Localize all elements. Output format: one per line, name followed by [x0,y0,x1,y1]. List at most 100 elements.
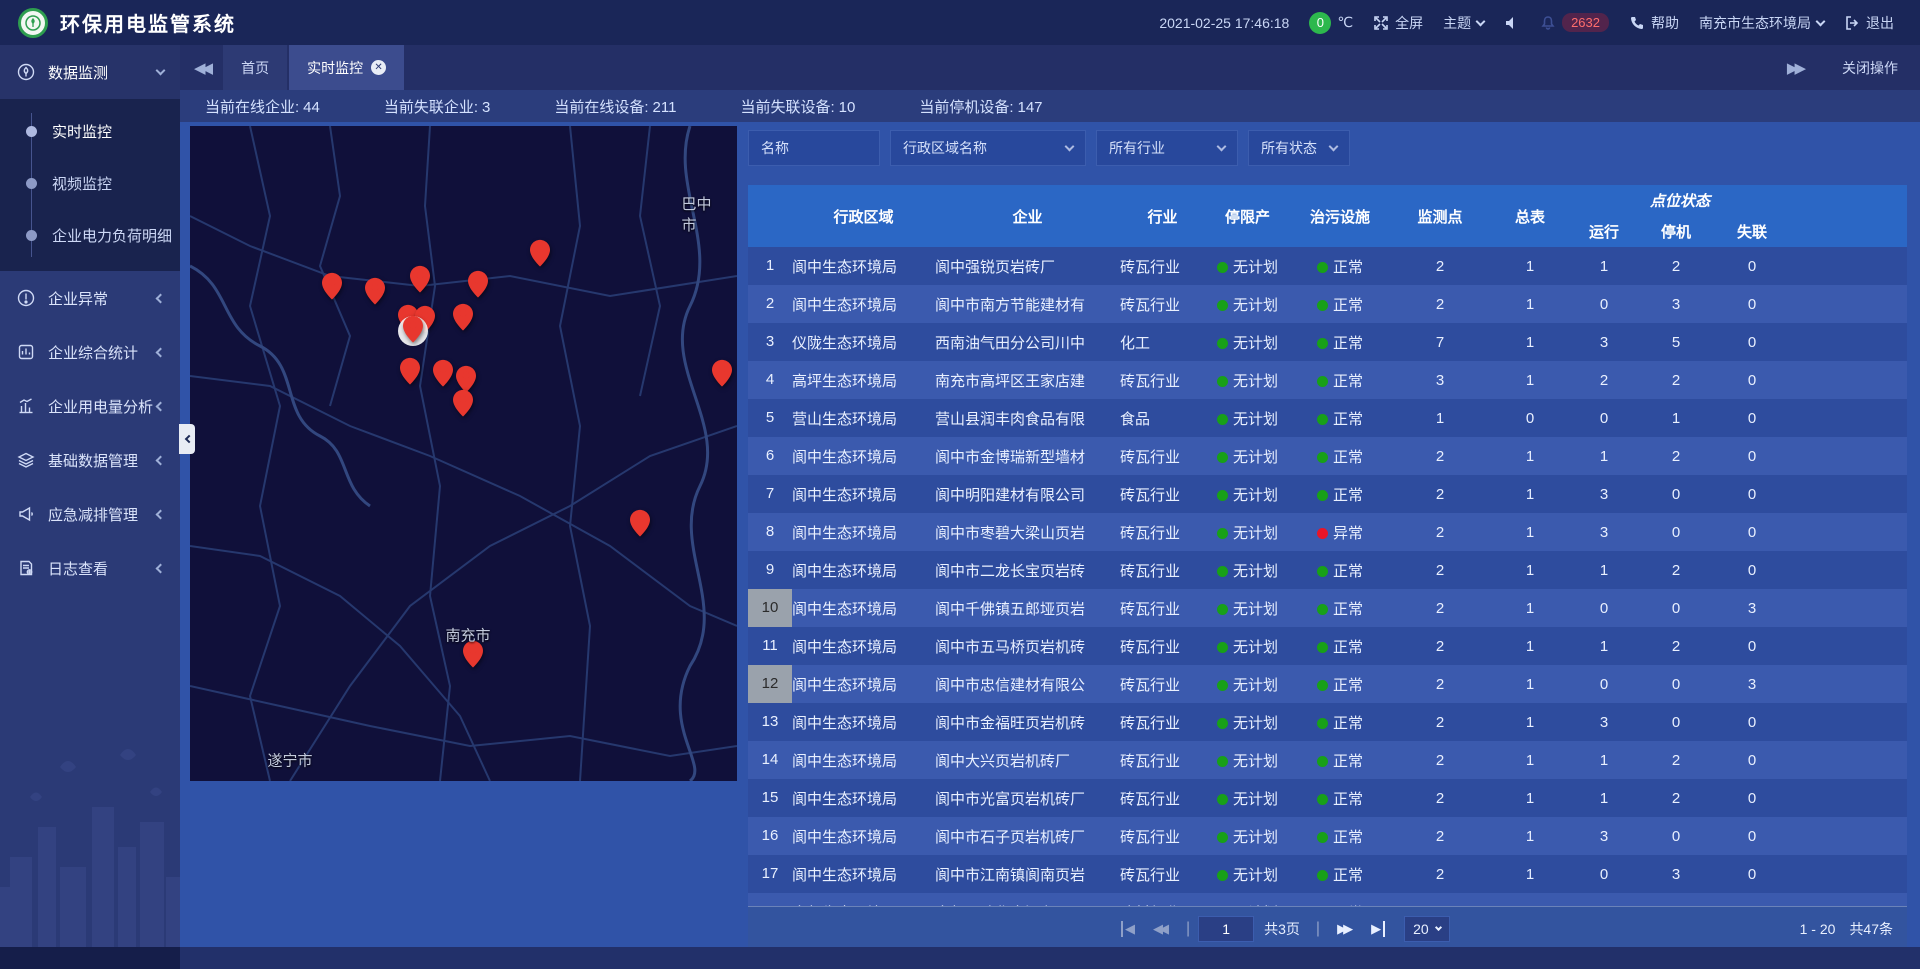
tab-bar: ◀◀ 首页实时监控✕ ▶▶ 关闭操作 [180,45,1920,90]
bullet-dot-icon [26,178,37,189]
speaker-icon [1504,15,1520,31]
sidebar-item-6[interactable]: 应急减排管理 [0,487,180,541]
sidebar-item-1[interactable]: 数据监测 [0,45,180,99]
cell-run-count: 3 [1570,817,1638,855]
cell-production-status: 无计划 [1205,247,1290,285]
table-row[interactable]: 7阆中生态环境局阆中明阳建材有限公司砖瓦行业无计划正常21300 [748,475,1907,513]
col-header-company: 企业 [935,185,1120,247]
notifications-button[interactable]: 2632 [1540,13,1609,32]
cell-stop-count: 3 [1638,855,1714,893]
map-panel[interactable]: 巴中市南充市遂宁市 [190,126,737,781]
table-row[interactable]: 16阆中生态环境局阆中市石子页岩机砖厂砖瓦行业无计划正常21300 [748,817,1907,855]
cell-production-status: 无计划 [1205,741,1290,779]
cell-lost-count: 0 [1714,361,1790,399]
sidebar-item-2[interactable]: 企业异常 [0,271,180,325]
prev-page-button[interactable]: ◀◀ [1153,921,1169,937]
chevron-down-icon [1435,923,1442,930]
status-dot-icon [1317,414,1328,425]
cell-production-status: 无计划 [1205,627,1290,665]
table-row[interactable]: 13阆中生态环境局阆中市金福旺页岩机砖砖瓦行业无计划正常21300 [748,703,1907,741]
next-page-button[interactable]: ▶▶ [1337,921,1353,937]
table-row[interactable]: 9阆中生态环境局阆中市二龙长宝页岩砖砖瓦行业无计划正常21120 [748,551,1907,589]
sidebar-item-label: 企业综合统计 [48,342,157,363]
data-monitor-icon [16,62,36,82]
help-button[interactable]: 帮助 [1629,13,1679,33]
map-pin-icon[interactable] [400,357,420,385]
region-filter-select[interactable]: 行政区域名称 [890,130,1086,166]
map-pin-icon[interactable] [453,389,473,417]
logout-button[interactable]: 退出 [1844,13,1894,33]
status-filter-select[interactable]: 所有状态 [1248,130,1350,166]
user-menu[interactable]: 南充市生态环境局 [1699,13,1824,33]
page-size-select[interactable]: 20 [1404,916,1450,942]
map-pin-icon[interactable] [433,359,453,387]
table-row[interactable]: 5营山生态环境局营山县润丰肉食品有限食品无计划正常10010 [748,399,1907,437]
map-pin-icon[interactable] [530,239,550,267]
table-row[interactable]: 3仪陇生态环境局西南油气田分公司川中化工无计划正常71350 [748,323,1907,361]
map-pin-icon[interactable] [630,509,650,537]
map-pin-icon[interactable] [468,270,488,298]
sidebar-collapse-button[interactable] [179,424,195,454]
cell-company: 阆中市金博瑞新型墙材 [935,437,1120,475]
total-pages-label: 共3页 [1264,919,1300,939]
sidebar-item-3[interactable]: 企业综合统计 [0,325,180,379]
map-pin-icon[interactable] [712,359,732,387]
table-row[interactable]: 12阆中生态环境局阆中市忠信建材有限公砖瓦行业无计划正常21003 [748,665,1907,703]
status-dot-icon [1217,528,1228,539]
table-row[interactable]: 17阆中生态环境局阆中市江南镇阆南页岩砖瓦行业无计划正常21030 [748,855,1907,893]
cell-row-number: 7 [748,475,792,513]
last-page-button[interactable]: ▶ [1371,921,1385,937]
fullscreen-button[interactable]: 全屏 [1373,13,1423,33]
status-dot-icon [1217,490,1228,501]
tab-scroll-left-button[interactable]: ◀◀ [180,59,223,77]
sidebar-item-label: 基础数据管理 [48,450,157,471]
table-row[interactable]: 2阆中生态环境局阆中市南方节能建材有砖瓦行业无计划正常21030 [748,285,1907,323]
sidebar-subitem[interactable]: 企业电力负荷明细 [0,209,180,261]
tab-scroll-right-button[interactable]: ▶▶ [1773,59,1816,77]
sidebar-item-4[interactable]: 企业用电量分析 [0,379,180,433]
cell-monitor-count: 2 [1390,437,1490,475]
map-pin-icon[interactable] [403,315,423,343]
table-row[interactable]: 11阆中生态环境局阆中市五马桥页岩机砖砖瓦行业无计划正常21120 [748,627,1907,665]
table-row[interactable]: 6阆中生态环境局阆中市金博瑞新型墙材砖瓦行业无计划正常21120 [748,437,1907,475]
name-filter-input[interactable] [748,130,880,166]
cell-treatment-status: 正常 [1290,551,1390,589]
sidebar-item-7[interactable]: 日志查看 [0,541,180,595]
page-number-input[interactable] [1198,916,1254,942]
cell-region: 仪陇生态环境局 [792,323,935,361]
map-pin-icon[interactable] [365,277,385,305]
bell-icon [1540,15,1556,31]
tab-实时监控[interactable]: 实时监控✕ [289,45,404,90]
sidebar-subitem[interactable]: 视频监控 [0,157,180,209]
stat-value: 211 [653,99,677,116]
map-pin-icon[interactable] [322,272,342,300]
cell-treatment-status: 正常 [1290,703,1390,741]
table-row[interactable]: 1阆中生态环境局阆中强锐页岩砖厂砖瓦行业无计划正常21120 [748,247,1907,285]
sidebar-subitem-label: 实时监控 [52,121,112,142]
close-operations-button[interactable]: 关闭操作 [1842,58,1898,78]
table-row[interactable]: 14阆中生态环境局阆中大兴页岩机砖厂砖瓦行业无计划正常21120 [748,741,1907,779]
sound-toggle[interactable] [1504,15,1520,31]
map-pin-icon[interactable] [453,303,473,331]
cell-lost-count: 3 [1714,589,1790,627]
map-pin-icon[interactable] [410,265,430,293]
cell-row-number: 15 [748,779,792,817]
table-row[interactable]: 4高坪生态环境局南充市高坪区王家店建砖瓦行业无计划正常31220 [748,361,1907,399]
cell-monitor-count: 2 [1390,589,1490,627]
first-page-button[interactable]: ◀ [1121,921,1135,937]
table-row[interactable]: 15阆中生态环境局阆中市光富页岩机砖厂砖瓦行业无计划正常21120 [748,779,1907,817]
cell-treatment-status: 正常 [1290,285,1390,323]
theme-menu[interactable]: 主题 [1443,13,1484,33]
industry-filter-select[interactable]: 所有行业 [1096,130,1238,166]
sidebar-item-5[interactable]: 基础数据管理 [0,433,180,487]
cell-region: 高坪生态环境局 [792,361,935,399]
stat-item: 当前在线设备:211 [554,96,676,117]
stat-value: 44 [303,99,320,116]
cell-run-count: 0 [1570,589,1638,627]
tab-close-icon[interactable]: ✕ [371,60,386,75]
tab-首页[interactable]: 首页 [223,45,287,90]
table-row[interactable]: 10阆中生态环境局阆中千佛镇五郎垭页岩砖瓦行业无计划正常21003 [748,589,1907,627]
sidebar-subitem[interactable]: 实时监控 [0,105,180,157]
cell-treatment-status: 正常 [1290,247,1390,285]
table-row[interactable]: 8阆中生态环境局阆中市枣碧大梁山页岩砖瓦行业无计划异常21300 [748,513,1907,551]
